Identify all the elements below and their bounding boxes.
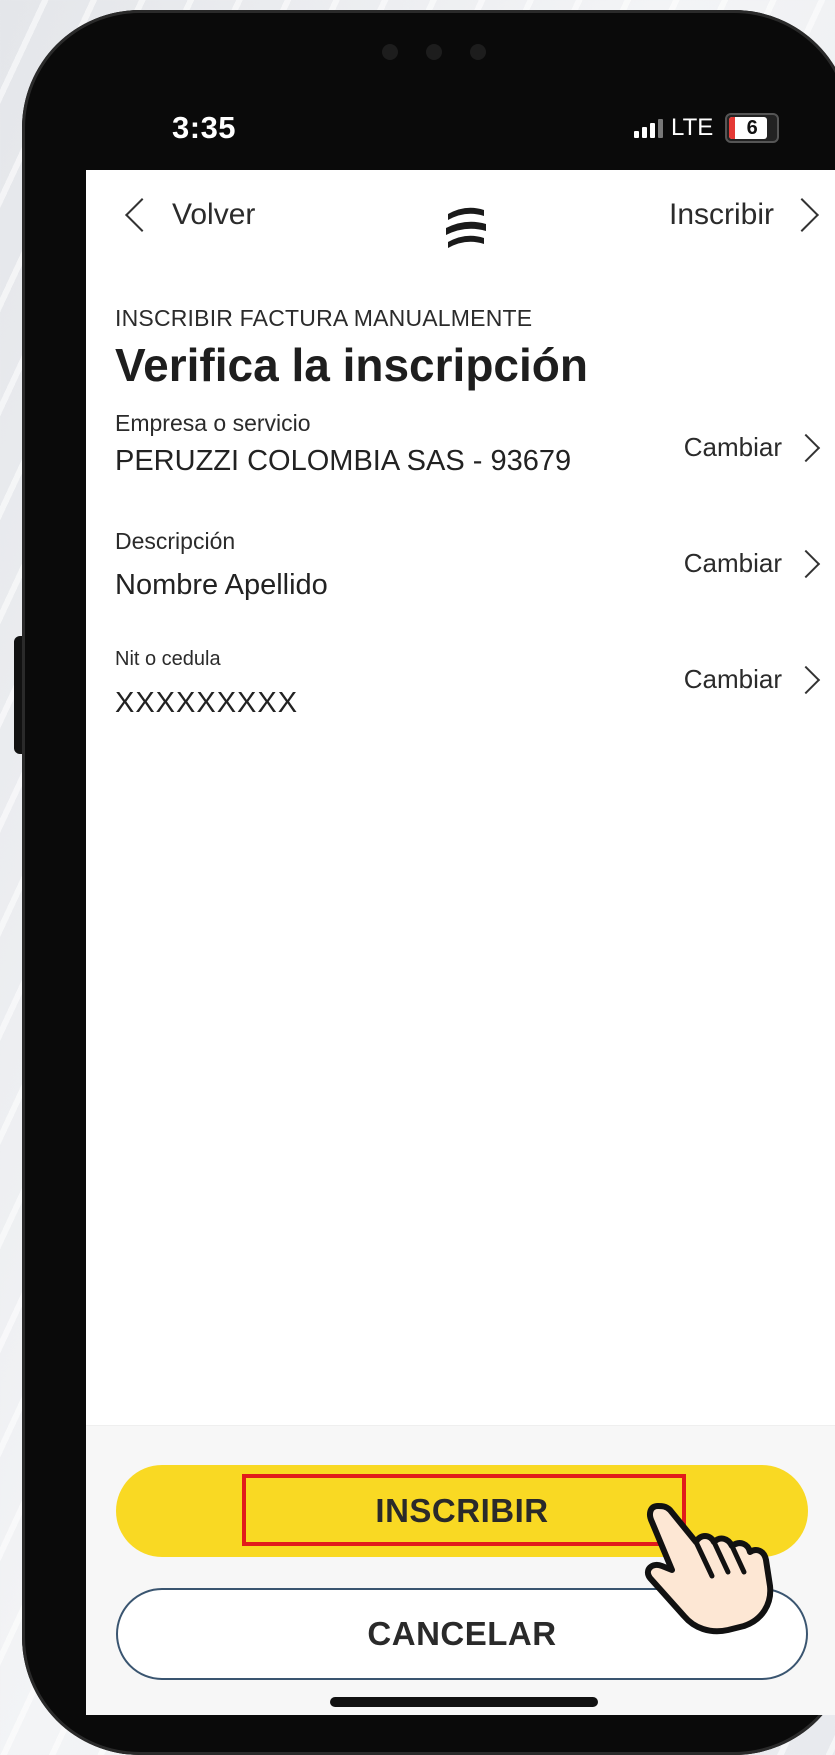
phone-frame: 3:35 LTE 6 Volver Inscribir INSCRIBIR FA… (22, 10, 835, 1755)
back-label: Volver (172, 198, 256, 231)
section-kicker: INSCRIBIR FACTURA MANUALMENTE (115, 305, 533, 331)
battery-level: 6 (746, 116, 758, 139)
chevron-right-icon (785, 198, 819, 232)
page-title: Verifica la inscripción (115, 339, 588, 391)
status-time: 3:35 (172, 110, 237, 145)
next-label: Inscribir (668, 198, 774, 231)
chevron-right-icon (791, 665, 821, 694)
change-nit-button[interactable]: Cambiar (683, 664, 821, 695)
camera-dot (426, 44, 442, 60)
battery-icon: 6 (725, 113, 780, 143)
change-descripcion-button[interactable]: Cambiar (683, 548, 821, 579)
signal-icon (634, 118, 663, 138)
status-indicators: LTE 6 (634, 113, 780, 143)
chevron-right-icon (791, 433, 821, 462)
change-label: Cambiar (683, 432, 782, 462)
change-empresa-button[interactable]: Cambiar (683, 432, 821, 463)
change-label: Cambiar (683, 548, 782, 578)
pointer-hand-icon (644, 1503, 774, 1635)
camera-dot (470, 44, 486, 60)
app-screen: Volver Inscribir INSCRIBIR FACTURA MANUA… (86, 170, 835, 1715)
back-button[interactable]: Volver (122, 198, 255, 232)
change-label: Cambiar (683, 664, 782, 694)
home-indicator (330, 1697, 598, 1707)
chevron-left-icon (125, 198, 159, 232)
network-label: LTE (671, 114, 714, 141)
inscribir-nav-button[interactable]: Inscribir (669, 198, 830, 232)
camera-dot (382, 44, 398, 60)
chevron-right-icon (791, 549, 821, 578)
bank-logo (446, 207, 486, 248)
